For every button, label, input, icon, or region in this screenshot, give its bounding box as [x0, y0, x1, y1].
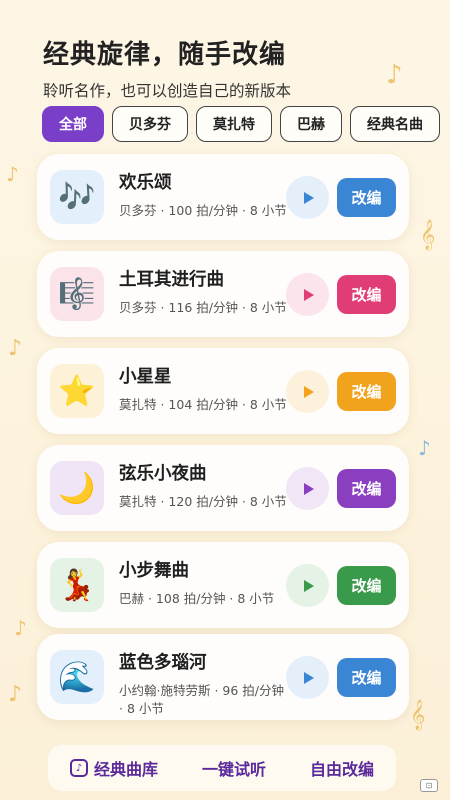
- watermark-icon: ⊡: [420, 779, 438, 792]
- bottom-tab-bar: ♪ 经典曲库 一键试听 自由改编: [48, 745, 396, 791]
- filter-chip-all[interactable]: 全部: [42, 106, 104, 142]
- song-card[interactable]: 🌙 弦乐小夜曲 莫扎特 · 120 拍/分钟 · 8 小节 改编: [37, 445, 409, 531]
- tab-free-edit[interactable]: 自由改编: [310, 756, 374, 780]
- filter-chips: 全部 贝多芬 莫扎特 巴赫 经典名曲: [42, 106, 440, 142]
- tab-free-edit-label: 自由改编: [309, 760, 374, 779]
- tab-library[interactable]: ♪ 经典曲库: [69, 756, 158, 780]
- song-title: 欢乐颂: [119, 173, 172, 193]
- page-title: 经典旋律，随手改编: [43, 40, 287, 70]
- filter-chip-bach[interactable]: 巴赫: [280, 106, 342, 142]
- music-note-icon: ♪: [14, 616, 27, 640]
- song-info: 弦乐小夜曲 莫扎特 · 120 拍/分钟 · 8 小节: [119, 460, 289, 511]
- dancer-icon: 💃: [58, 567, 96, 603]
- play-icon: [303, 288, 314, 301]
- song-info: 小步舞曲 巴赫 · 108 拍/分钟 · 8 小节: [119, 557, 289, 608]
- play-icon: [303, 671, 314, 684]
- tab-quick-listen-label: 一键试听: [201, 760, 266, 779]
- song-card[interactable]: 💃 小步舞曲 巴赫 · 108 拍/分钟 · 8 小节 改编: [37, 542, 409, 628]
- song-meta: 莫扎特 · 104 拍/分钟 · 8 小节: [119, 397, 287, 412]
- song-title: 蓝色多瑙河: [119, 653, 207, 673]
- song-meta: 小约翰·施特劳斯 · 96 拍/分钟 · 8 小节: [119, 683, 284, 716]
- song-thumbnail: 💃: [50, 558, 104, 612]
- edit-button[interactable]: 改编: [337, 178, 396, 217]
- page-subtitle: 聆听名作，也可以创造自己的新版本: [43, 82, 292, 100]
- treble-clef-icon: 𝄞: [420, 220, 436, 250]
- music-note-icon: ♪: [386, 60, 403, 90]
- crescent-moon-icon: 🌙: [58, 470, 96, 506]
- play-icon: [303, 385, 314, 398]
- song-thumbnail: 🎼: [50, 267, 104, 321]
- page-header: 经典旋律，随手改编 聆听名作，也可以创造自己的新版本: [43, 34, 291, 101]
- song-card[interactable]: 🌊 蓝色多瑙河 小约翰·施特劳斯 · 96 拍/分钟 · 8 小节 改编: [37, 634, 409, 720]
- song-card[interactable]: 🎼 土耳其进行曲 贝多芬 · 116 拍/分钟 · 8 小节 改编: [37, 251, 409, 337]
- play-button[interactable]: [286, 467, 329, 510]
- filter-chip-mozart[interactable]: 莫扎特: [196, 106, 272, 142]
- song-info: 土耳其进行曲 贝多芬 · 116 拍/分钟 · 8 小节: [119, 266, 289, 317]
- song-title: 小星星: [119, 367, 172, 387]
- play-button[interactable]: [286, 370, 329, 413]
- song-meta: 贝多芬 · 100 拍/分钟 · 8 小节: [119, 203, 287, 218]
- music-note-icon: ♪: [8, 336, 23, 361]
- song-info: 小星星 莫扎特 · 104 拍/分钟 · 8 小节: [119, 363, 289, 414]
- music-note-icon: ♪: [8, 682, 23, 707]
- music-note-icon: ♪: [418, 436, 431, 460]
- play-button[interactable]: [286, 273, 329, 316]
- tab-library-label: 经典曲库: [93, 760, 158, 779]
- song-info: 欢乐颂 贝多芬 · 100 拍/分钟 · 8 小节: [119, 169, 289, 220]
- play-icon: [303, 191, 314, 204]
- music-notes-icon: 🎶: [58, 179, 96, 215]
- song-meta: 莫扎特 · 120 拍/分钟 · 8 小节: [119, 494, 287, 509]
- song-thumbnail: 🎶: [50, 170, 104, 224]
- music-note-icon: ♪: [6, 162, 19, 186]
- play-icon: [303, 579, 314, 592]
- wave-icon: 🌊: [58, 659, 96, 695]
- song-thumbnail: 🌙: [50, 461, 104, 515]
- star-icon: ⭐: [58, 373, 96, 409]
- tab-quick-listen[interactable]: 一键试听: [202, 756, 266, 780]
- edit-button[interactable]: 改编: [337, 469, 396, 508]
- edit-button[interactable]: 改编: [337, 275, 396, 314]
- song-thumbnail: 🌊: [50, 650, 104, 704]
- edit-button[interactable]: 改编: [337, 658, 396, 697]
- edit-button[interactable]: 改编: [337, 566, 396, 605]
- play-button[interactable]: [286, 176, 329, 219]
- song-meta: 贝多芬 · 116 拍/分钟 · 8 小节: [119, 300, 287, 315]
- song-title: 小步舞曲: [119, 561, 189, 581]
- treble-clef-icon: 𝄞: [410, 700, 426, 730]
- song-card[interactable]: 🎶 欢乐颂 贝多芬 · 100 拍/分钟 · 8 小节 改编: [37, 154, 409, 240]
- song-meta: 巴赫 · 108 拍/分钟 · 8 小节: [119, 591, 275, 606]
- play-button[interactable]: [286, 656, 329, 699]
- play-button[interactable]: [286, 564, 329, 607]
- filter-chip-classics[interactable]: 经典名曲: [350, 106, 440, 142]
- library-icon: ♪: [69, 759, 88, 777]
- song-title: 土耳其进行曲: [119, 270, 224, 290]
- edit-button[interactable]: 改编: [337, 372, 396, 411]
- song-thumbnail: ⭐: [50, 364, 104, 418]
- musical-score-icon: 🎼: [58, 276, 96, 312]
- filter-chip-beethoven[interactable]: 贝多芬: [112, 106, 188, 142]
- song-title: 弦乐小夜曲: [119, 464, 207, 484]
- song-card[interactable]: ⭐ 小星星 莫扎特 · 104 拍/分钟 · 8 小节 改编: [37, 348, 409, 434]
- play-icon: [303, 482, 314, 495]
- song-info: 蓝色多瑙河 小约翰·施特劳斯 · 96 拍/分钟 · 8 小节: [119, 649, 289, 718]
